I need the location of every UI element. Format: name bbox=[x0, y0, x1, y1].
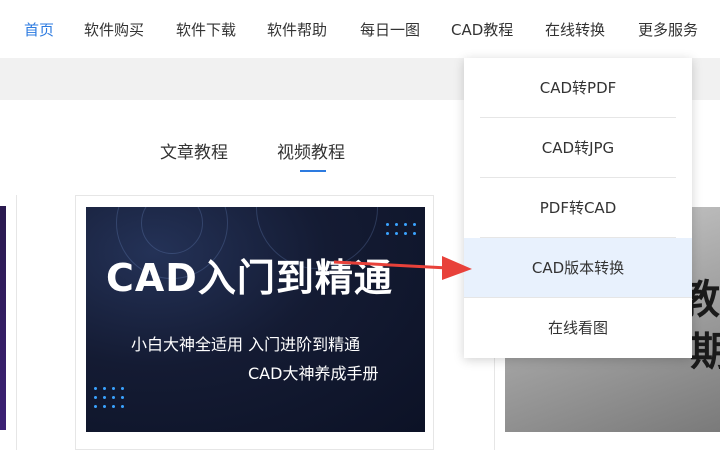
nav-item-download[interactable]: 软件下载 bbox=[176, 19, 236, 40]
dropdown-item-cad-to-pdf[interactable]: CAD转PDF bbox=[480, 58, 676, 118]
dropdown-item-cad-to-jpg[interactable]: CAD转JPG bbox=[480, 118, 676, 178]
tab-video-tutorials[interactable]: 视频教程 bbox=[277, 138, 345, 163]
nav-item-home[interactable]: 首页 bbox=[24, 19, 54, 40]
nav-item-buy[interactable]: 软件购买 bbox=[84, 19, 144, 40]
red-arrow-icon bbox=[333, 256, 472, 280]
decor-dots bbox=[94, 387, 124, 408]
dropdown-item-cad-version-convert[interactable]: CAD版本转换 bbox=[464, 238, 692, 298]
left-card-thumbnail[interactable] bbox=[0, 206, 6, 430]
right-card-text-2: 期你 bbox=[690, 329, 720, 375]
dropdown-item-online-viewer[interactable]: 在线看图 bbox=[480, 298, 676, 358]
nav-item-cad-tutorial[interactable]: CAD教程 bbox=[451, 19, 513, 40]
tab-article-tutorials[interactable]: 文章教程 bbox=[160, 138, 228, 163]
active-tab-indicator bbox=[300, 170, 326, 172]
nav-item-help[interactable]: 软件帮助 bbox=[267, 19, 327, 40]
nav-item-more-services[interactable]: 更多服务 bbox=[638, 19, 698, 40]
top-nav: 首页 软件购买 软件下载 软件帮助 每日一图 CAD教程 在线转换 更多服务 bbox=[0, 0, 720, 58]
online-convert-dropdown: CAD转PDF CAD转JPG PDF转CAD CAD版本转换 在线看图 bbox=[464, 58, 692, 358]
dropdown-item-pdf-to-cad[interactable]: PDF转CAD bbox=[480, 178, 676, 238]
nav-item-daily-drawing[interactable]: 每日一图 bbox=[360, 19, 420, 40]
tutorial-card-thumbnail[interactable]: CAD入门到精通 小白大神全适用 入门进阶到精通 CAD大神养成手册 bbox=[86, 207, 425, 432]
card-subtitle: 小白大神全适用 入门进阶到精通 bbox=[131, 335, 361, 354]
card-subtitle-2: CAD大神养成手册 bbox=[248, 364, 379, 383]
decor-dots bbox=[386, 223, 416, 235]
nav-item-online-convert[interactable]: 在线转换 bbox=[545, 19, 605, 40]
